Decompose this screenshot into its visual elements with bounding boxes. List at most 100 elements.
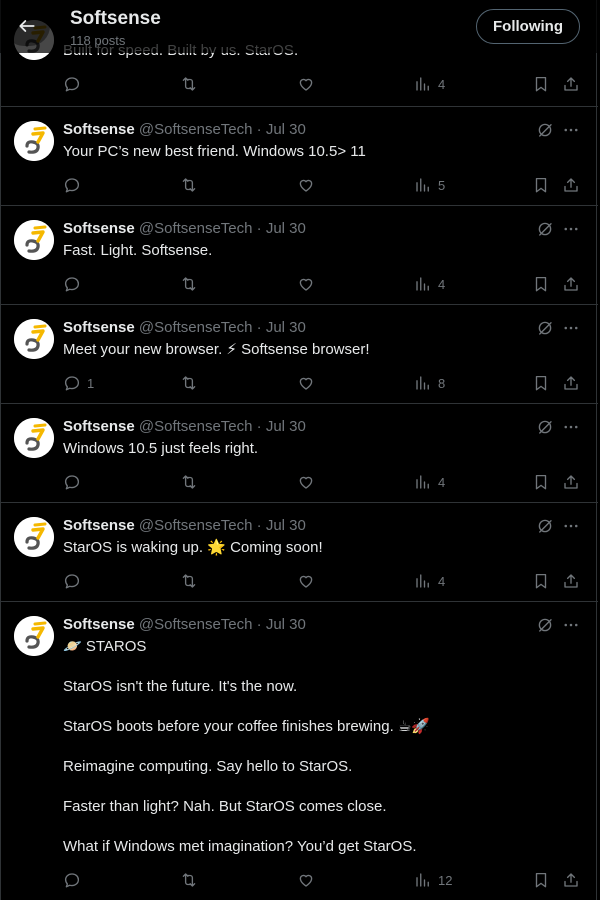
post-paragraph: Reimagine computing. Say hello to StarOS… (63, 758, 353, 775)
author-name[interactable]: Softsense (63, 121, 135, 138)
heart-icon (299, 278, 313, 291)
repost-button[interactable] (180, 870, 198, 890)
bookmark-icon (535, 474, 547, 490)
grok-icon[interactable] (536, 616, 554, 634)
post[interactable]: Softsense @SoftsenseTech · Jul 30 🪐 STAR… (1, 602, 598, 900)
like-button[interactable] (297, 870, 315, 890)
like-button[interactable] (297, 571, 315, 591)
more-options-icon[interactable] (562, 220, 580, 238)
avatar[interactable] (14, 616, 54, 656)
repost-button[interactable] (180, 472, 198, 492)
following-button[interactable]: Following (476, 9, 580, 44)
post[interactable]: Softsense @SoftsenseTech · Jul 30 Fast. … (1, 206, 598, 305)
repost-button[interactable] (180, 373, 198, 393)
post[interactable]: Softsense @SoftsenseTech · Jul 30 Window… (1, 404, 598, 503)
like-button[interactable] (297, 472, 315, 492)
share-button[interactable] (562, 870, 580, 890)
grok-icon[interactable] (536, 319, 554, 337)
post-header: Softsense @SoftsenseTech · Jul 30 (63, 120, 306, 140)
more-options-icon[interactable] (562, 319, 580, 337)
post[interactable]: Softsense @SoftsenseTech · Jul 30 Your P… (1, 107, 598, 206)
like-button[interactable] (297, 274, 315, 294)
author-handle-date[interactable]: @SoftsenseTech · Jul 30 (139, 616, 306, 633)
more-options-icon[interactable] (562, 616, 580, 634)
author-handle-date[interactable]: @SoftsenseTech · Jul 30 (139, 517, 306, 534)
heart-icon (299, 78, 313, 91)
reply-button[interactable]: 1 (63, 373, 94, 393)
bookmark-icon (535, 573, 547, 589)
post-actions: 5 (1, 175, 598, 195)
share-button[interactable] (562, 472, 580, 492)
grok-icon[interactable] (536, 418, 554, 436)
reply-button[interactable] (63, 175, 87, 195)
repost-button[interactable] (180, 274, 198, 294)
more-options-icon[interactable] (562, 517, 580, 535)
share-button[interactable] (562, 175, 580, 195)
like-button[interactable] (297, 74, 315, 94)
author-name[interactable]: Softsense (63, 517, 135, 534)
reply-button[interactable] (63, 571, 87, 591)
repost-icon (182, 475, 196, 489)
post[interactable]: Softsense @SoftsenseTech · Jul 30 StarOS… (1, 503, 598, 602)
avatar[interactable] (14, 517, 54, 557)
views-button[interactable]: 4 (414, 74, 445, 94)
share-button[interactable] (562, 274, 580, 294)
heart-icon (299, 874, 313, 887)
post-text: Fast. Light. Softsense. (63, 241, 533, 261)
post-paragraph: 🪐 STAROS (63, 638, 147, 655)
profile-header: Softsense 118 posts Following (0, 0, 597, 53)
repost-button[interactable] (180, 175, 198, 195)
bookmark-icon (535, 872, 547, 888)
avatar[interactable] (14, 220, 54, 260)
repost-button[interactable] (180, 74, 198, 94)
bookmark-icon (535, 375, 547, 391)
views-button[interactable]: 5 (414, 175, 445, 195)
bookmark-button[interactable] (532, 274, 550, 294)
post-actions: 4 (1, 472, 598, 492)
like-button[interactable] (297, 373, 315, 393)
repost-button[interactable] (180, 571, 198, 591)
author-handle-date[interactable]: @SoftsenseTech · Jul 30 (139, 121, 306, 138)
like-button[interactable] (297, 175, 315, 195)
more-options-icon[interactable] (562, 121, 580, 139)
bookmark-button[interactable] (532, 472, 550, 492)
bookmark-button[interactable] (532, 175, 550, 195)
views-button[interactable]: 4 (414, 274, 445, 294)
grok-icon[interactable] (536, 220, 554, 238)
reply-button[interactable] (63, 74, 81, 94)
post-header: Softsense @SoftsenseTech · Jul 30 (63, 219, 306, 239)
avatar[interactable] (14, 121, 54, 161)
grok-icon[interactable] (536, 121, 554, 139)
post-text: Windows 10.5 just feels right. (63, 439, 533, 459)
share-button[interactable] (562, 74, 580, 94)
author-name[interactable]: Softsense (63, 220, 135, 237)
author-name[interactable]: Softsense (63, 418, 135, 435)
repost-icon (182, 178, 196, 192)
author-handle-date[interactable]: @SoftsenseTech · Jul 30 (139, 418, 306, 435)
bookmark-button[interactable] (532, 373, 550, 393)
reply-button[interactable] (63, 472, 87, 492)
views-button[interactable]: 8 (414, 373, 445, 393)
reply-button[interactable] (63, 274, 87, 294)
avatar[interactable] (14, 319, 54, 359)
share-button[interactable] (562, 571, 580, 591)
reply-button[interactable] (63, 870, 87, 890)
author-name[interactable]: Softsense (63, 319, 135, 336)
more-options-icon[interactable] (562, 418, 580, 436)
bookmark-button[interactable] (532, 870, 550, 890)
views-button[interactable]: 12 (414, 870, 452, 890)
avatar[interactable] (14, 418, 54, 458)
post[interactable]: Softsense @SoftsenseTech · Jul 30 Meet y… (1, 305, 598, 404)
author-handle-date[interactable]: @SoftsenseTech · Jul 30 (139, 319, 306, 336)
author-handle-date[interactable]: @SoftsenseTech · Jul 30 (139, 220, 306, 237)
views-icon (416, 77, 429, 91)
back-button[interactable] (4, 6, 50, 46)
bookmark-button[interactable] (532, 74, 550, 94)
views-button[interactable]: 4 (414, 472, 445, 492)
share-button[interactable] (562, 373, 580, 393)
bookmark-button[interactable] (532, 571, 550, 591)
bookmark-icon (535, 276, 547, 292)
author-name[interactable]: Softsense (63, 616, 135, 633)
views-button[interactable]: 4 (414, 571, 445, 591)
grok-icon[interactable] (536, 517, 554, 535)
